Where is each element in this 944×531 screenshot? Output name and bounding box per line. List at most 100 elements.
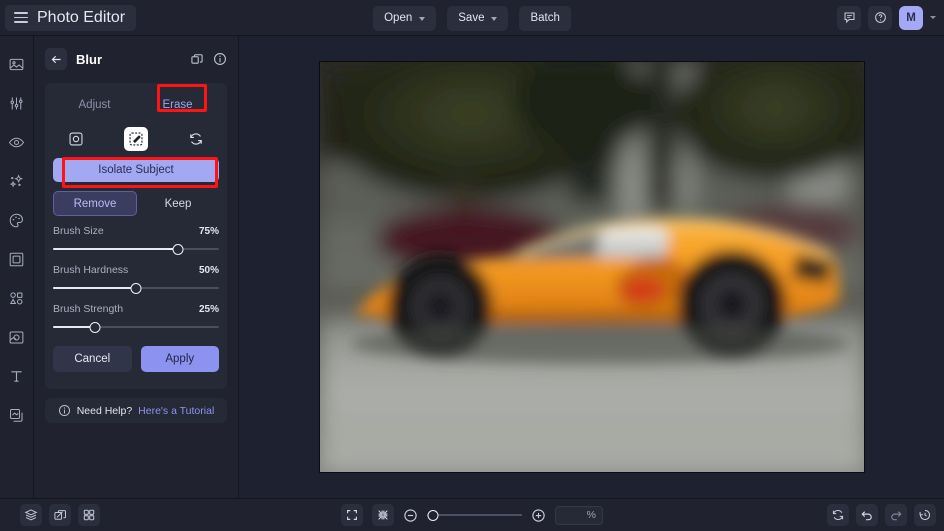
avatar[interactable]: M (899, 6, 923, 30)
zoom-in-icon[interactable] (531, 508, 546, 523)
brush-hardness-slider[interactable] (53, 282, 219, 294)
brush-strength-label: Brush Strength (53, 303, 123, 315)
brush-size-value: 75% (199, 226, 219, 237)
mode-keep-button[interactable]: Keep (137, 191, 219, 216)
brush-hardness-label-row: Brush Hardness 50% (53, 264, 219, 276)
brush-strength-label-row: Brush Strength 25% (53, 303, 219, 315)
zoom-slider-track (427, 514, 522, 515)
compare-icon[interactable] (49, 504, 71, 526)
chevron-down-icon (419, 17, 425, 21)
save-button[interactable]: Save (447, 6, 508, 31)
isolate-subject-button[interactable]: Isolate Subject (53, 158, 219, 182)
brush-tool-icon[interactable] (64, 127, 88, 151)
eraser-tool-icon[interactable] (124, 127, 148, 151)
photo-editor-app: Photo Editor Open Save Batch (0, 0, 944, 531)
erase-tool-buttons (53, 118, 219, 158)
top-center-actions: Open Save Batch (0, 0, 944, 36)
zoom-slider[interactable] (427, 509, 522, 521)
sidebar-item-effects[interactable] (5, 169, 29, 193)
slider-knob[interactable] (172, 244, 183, 255)
layers-icon[interactable] (20, 504, 42, 526)
main-body: Blur (0, 36, 944, 498)
sidebar-item-adjust[interactable] (5, 91, 29, 115)
account-chevron-down-icon[interactable] (930, 16, 936, 19)
sidebar-item-retouch[interactable] (5, 130, 29, 154)
slider-knob[interactable] (131, 283, 142, 294)
info-circle-icon (58, 404, 71, 417)
reset-tool-icon[interactable] (184, 127, 208, 151)
avatar-initial: M (906, 12, 916, 24)
zoom-percent-input[interactable]: % (555, 506, 603, 525)
erase-tool-card: Adjust Erase (45, 83, 227, 389)
tab-erase[interactable]: Erase (136, 91, 219, 118)
help-icon[interactable] (868, 6, 892, 30)
brush-size-slider-block: Brush Size 75% (53, 225, 219, 255)
zoom-out-icon[interactable] (403, 508, 418, 523)
mode-remove-button[interactable]: Remove (53, 191, 137, 216)
chat-icon[interactable] (837, 6, 861, 30)
slider-fill (53, 287, 136, 289)
help-link-text: Here's a Tutorial (138, 405, 214, 417)
tool-panel: Blur (34, 36, 239, 498)
batch-button[interactable]: Batch (519, 6, 570, 31)
photo-image (320, 62, 865, 473)
page-title: Blur (76, 52, 102, 67)
panel-header-actions (190, 52, 227, 66)
app-menu-button[interactable]: Photo Editor (5, 5, 136, 31)
slider-knob[interactable] (89, 322, 100, 333)
bottom-left-tools (20, 504, 100, 526)
panel-tabs: Adjust Erase (53, 91, 219, 118)
tool-rail (0, 36, 34, 498)
help-prompt: Need Help? (77, 405, 132, 417)
reset-icon[interactable] (827, 504, 849, 526)
open-button-label: Open (384, 12, 412, 24)
brush-hardness-slider-block: Brush Hardness 50% (53, 264, 219, 294)
brush-strength-slider-block: Brush Strength 25% (53, 303, 219, 333)
sidebar-item-color[interactable] (5, 208, 29, 232)
photo-canvas[interactable] (319, 61, 865, 473)
apply-button[interactable]: Apply (141, 346, 220, 372)
canvas-area[interactable] (239, 36, 944, 498)
zoom-percent-unit: % (587, 509, 596, 521)
tutorial-link[interactable]: Need Help? Here's a Tutorial (45, 398, 227, 423)
hamburger-icon (14, 12, 28, 23)
tab-adjust[interactable]: Adjust (53, 91, 136, 118)
open-button[interactable]: Open (373, 6, 436, 31)
top-bar: Photo Editor Open Save Batch (0, 0, 944, 36)
erase-mode-toggle: Remove Keep (53, 191, 219, 216)
slider-fill (53, 248, 178, 250)
sidebar-item-text[interactable] (5, 364, 29, 388)
brush-hardness-value: 50% (199, 265, 219, 276)
fill-screen-icon[interactable] (372, 504, 394, 526)
brush-hardness-label: Brush Hardness (53, 264, 128, 276)
panel-header: Blur (45, 46, 227, 72)
panel-actions: Cancel Apply (53, 346, 219, 372)
sidebar-item-layers[interactable] (5, 403, 29, 427)
app-title: Photo Editor (37, 9, 125, 27)
bottom-bar: % (0, 498, 944, 531)
brush-strength-value: 25% (199, 304, 219, 315)
top-right-actions: M (837, 6, 944, 30)
sidebar-item-frame[interactable] (5, 247, 29, 271)
cancel-button[interactable]: Cancel (53, 346, 132, 372)
bottom-right-tools (827, 504, 936, 526)
back-arrow-icon[interactable] (45, 48, 67, 70)
sidebar-item-shapes[interactable] (5, 286, 29, 310)
brush-size-slider[interactable] (53, 243, 219, 255)
grid-icon[interactable] (78, 504, 100, 526)
zoom-slider-knob[interactable] (428, 510, 439, 521)
undo-icon[interactable] (856, 504, 878, 526)
redo-icon[interactable] (885, 504, 907, 526)
sidebar-item-overlay[interactable] (5, 325, 29, 349)
sidebar-item-image[interactable] (5, 52, 29, 76)
info-icon[interactable] (213, 52, 227, 66)
duplicate-icon[interactable] (190, 52, 204, 66)
history-icon[interactable] (914, 504, 936, 526)
save-button-label: Save (458, 12, 484, 24)
brush-strength-slider[interactable] (53, 321, 219, 333)
fit-screen-icon[interactable] (341, 504, 363, 526)
batch-button-label: Batch (530, 12, 559, 24)
brush-size-label: Brush Size (53, 225, 104, 237)
zoom-controls: % (0, 504, 944, 526)
brush-size-label-row: Brush Size 75% (53, 225, 219, 237)
